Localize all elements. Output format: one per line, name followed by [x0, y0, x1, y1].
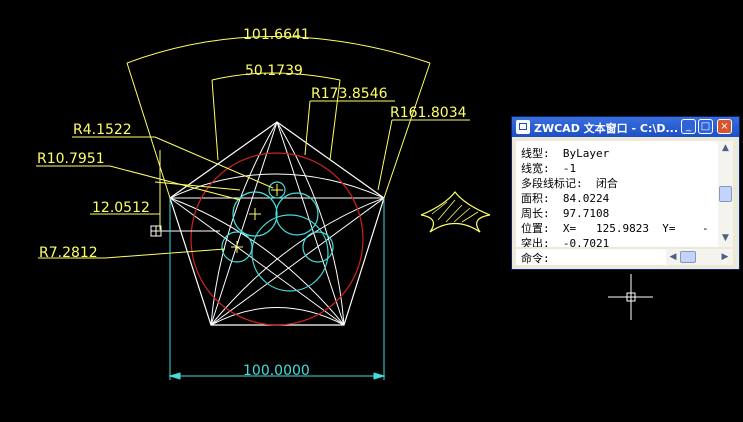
scroll-thumb[interactable]	[719, 186, 732, 202]
h-scroll-thumb[interactable]	[680, 251, 696, 263]
app-icon	[516, 120, 530, 134]
output-line: 线宽: -1	[521, 162, 577, 175]
scroll-up-arrow-icon[interactable]: ▲	[719, 142, 732, 155]
scroll-left-arrow-icon[interactable]: ◀	[667, 250, 679, 264]
output-line: 位置: X= 125.9823 Y= -	[521, 222, 709, 235]
output-line: 多段线标记: 闭合	[521, 177, 618, 190]
maximize-button[interactable]: □	[698, 119, 713, 134]
dim-r-small1: R4.1522	[73, 122, 132, 138]
dim-arc-top-text: 101.6641	[243, 27, 310, 43]
close-button[interactable]: ×	[717, 119, 732, 134]
command-label: 命令:	[521, 252, 550, 265]
command-line[interactable]: 命令:	[516, 249, 666, 265]
dim-bottom-text: 100.0000	[243, 363, 310, 379]
output-line: 突出: -0.7021	[521, 237, 610, 247]
dim-radius-large: R173.8546	[311, 86, 388, 102]
text-window-titlebar[interactable]: ZWCAD 文本窗口 - C:\D... _ □ ×	[512, 117, 739, 137]
output-line: 线型: ByLayer	[521, 147, 610, 160]
output-line: 面积: 84.0224	[521, 192, 610, 205]
vertical-scrollbar[interactable]: ▲ ▼	[718, 141, 733, 247]
text-output-area[interactable]: 线型: ByLayer 线宽: -1 多段线标记: 闭合 面积: 84.0224…	[516, 141, 718, 247]
crosshair-cursor	[608, 274, 653, 320]
dim-linear-vert: 12.0512	[92, 200, 150, 216]
dim-r-small3: R7.2812	[39, 245, 98, 261]
horizontal-scrollbar[interactable]: ◀ ▶	[666, 249, 733, 265]
red-circle[interactable]	[190, 152, 364, 326]
minimize-button[interactable]: _	[681, 119, 696, 134]
window-title: ZWCAD 文本窗口 - C:\D...	[534, 122, 679, 135]
dim-r-small2: R10.7951	[37, 151, 105, 167]
dim-radius-outer: R161.8034	[390, 105, 467, 121]
scroll-down-arrow-icon[interactable]: ▼	[719, 232, 732, 245]
scroll-right-arrow-icon[interactable]: ▶	[719, 250, 731, 264]
dim-arc-inner-text: 50.1739	[245, 63, 303, 79]
output-line: 周长: 97.7108	[521, 207, 610, 220]
hatched-star-shape[interactable]	[420, 191, 491, 233]
text-window[interactable]: ZWCAD 文本窗口 - C:\D... _ □ × 线型: ByLayer 线…	[511, 116, 740, 270]
